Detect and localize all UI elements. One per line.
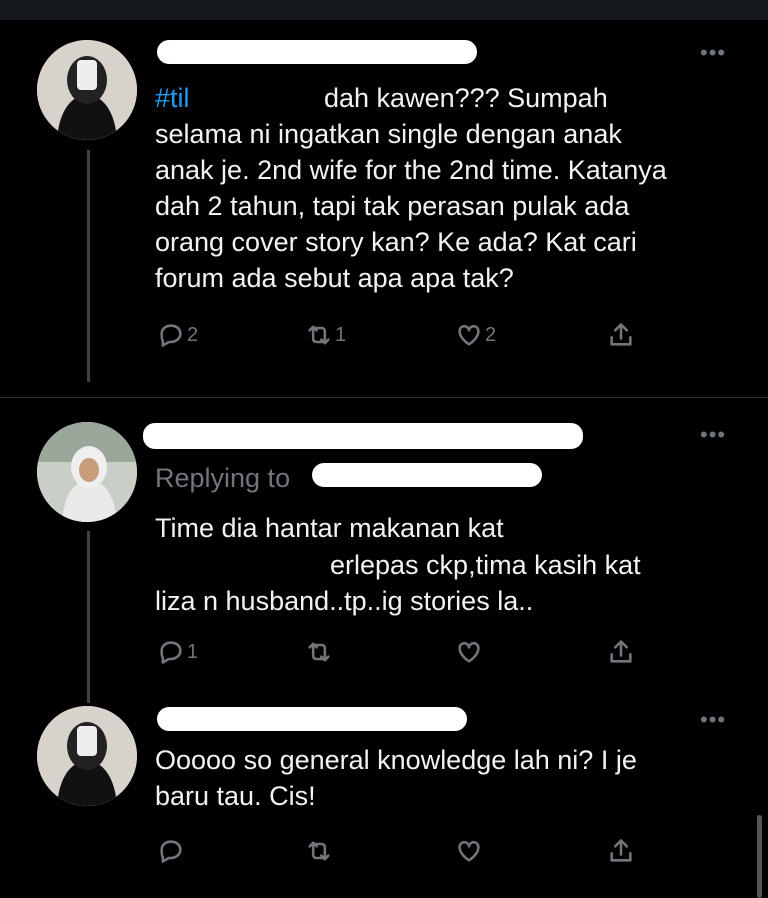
like-icon (458, 641, 480, 663)
top-bar (0, 0, 768, 20)
like-button[interactable] (455, 637, 483, 667)
share-button[interactable] (607, 637, 635, 667)
tweet-text: anak je. 2nd wife for the 2nd time. Kata… (155, 155, 667, 185)
reply-icon (160, 641, 182, 664)
avatar[interactable] (37, 40, 137, 140)
share-icon (610, 839, 632, 862)
retweet-icon (308, 841, 330, 861)
like-count: 2 (485, 323, 497, 346)
tweet-text: dah kawen??? Sumpah (324, 83, 608, 113)
tweet-text: baru tau. Cis! (155, 781, 316, 811)
retweet-icon (308, 325, 330, 345)
tweet-text: selama ni ingatkan single dengan anak (155, 119, 622, 149)
scrollbar[interactable] (757, 815, 762, 898)
avatar[interactable] (37, 422, 137, 522)
thread-line (87, 531, 90, 703)
divider (0, 397, 768, 398)
avatar[interactable] (37, 706, 137, 806)
share-icon (610, 640, 632, 663)
retweet-button[interactable] (305, 836, 333, 866)
retweet-count: 1 (335, 323, 347, 346)
tweet-text: liza n husband..tp..ig stories la.. (155, 586, 534, 616)
redacted-username (143, 423, 583, 449)
like-button[interactable] (455, 836, 483, 866)
retweet-button[interactable]: 1 (305, 320, 346, 350)
share-icon (610, 323, 632, 346)
redacted-handle (312, 463, 542, 487)
tweet-text: Ooooo so general knowledge lah ni? I je (155, 745, 637, 775)
reply-icon (160, 840, 182, 863)
like-button[interactable]: 2 (455, 320, 496, 350)
thread-line (87, 150, 90, 382)
tweet-text: Time dia hantar makanan kat (155, 513, 504, 543)
reply-count: 2 (187, 323, 199, 346)
more-icon[interactable]: ••• (700, 709, 730, 731)
reply-button[interactable] (157, 836, 185, 866)
reply-button[interactable]: 1 (157, 637, 198, 667)
replying-to: Replying to (155, 463, 291, 493)
tweet-text: #til (155, 80, 190, 116)
reply-icon (160, 324, 182, 347)
tweet-text: orang cover story kan? Ke ada? Kat cari (155, 227, 637, 257)
hashtag-link[interactable]: #til (155, 83, 190, 113)
tweet-text: erlepas ckp,tima kasih kat (330, 550, 641, 580)
redacted-username (157, 40, 477, 64)
like-icon (458, 840, 480, 862)
more-icon[interactable]: ••• (700, 42, 730, 64)
share-button[interactable] (607, 836, 635, 866)
reply-count: 1 (187, 640, 199, 663)
share-button[interactable] (607, 320, 635, 350)
retweet-icon (308, 642, 330, 662)
tweet-text: forum ada sebut apa apa tak? (155, 263, 514, 293)
like-icon (458, 324, 480, 346)
more-icon[interactable]: ••• (700, 424, 730, 446)
reply-button[interactable]: 2 (157, 320, 198, 350)
retweet-button[interactable] (305, 637, 333, 667)
redacted-username (157, 707, 467, 731)
tweet-text: dah 2 tahun, tapi tak perasan pulak ada (155, 191, 630, 221)
